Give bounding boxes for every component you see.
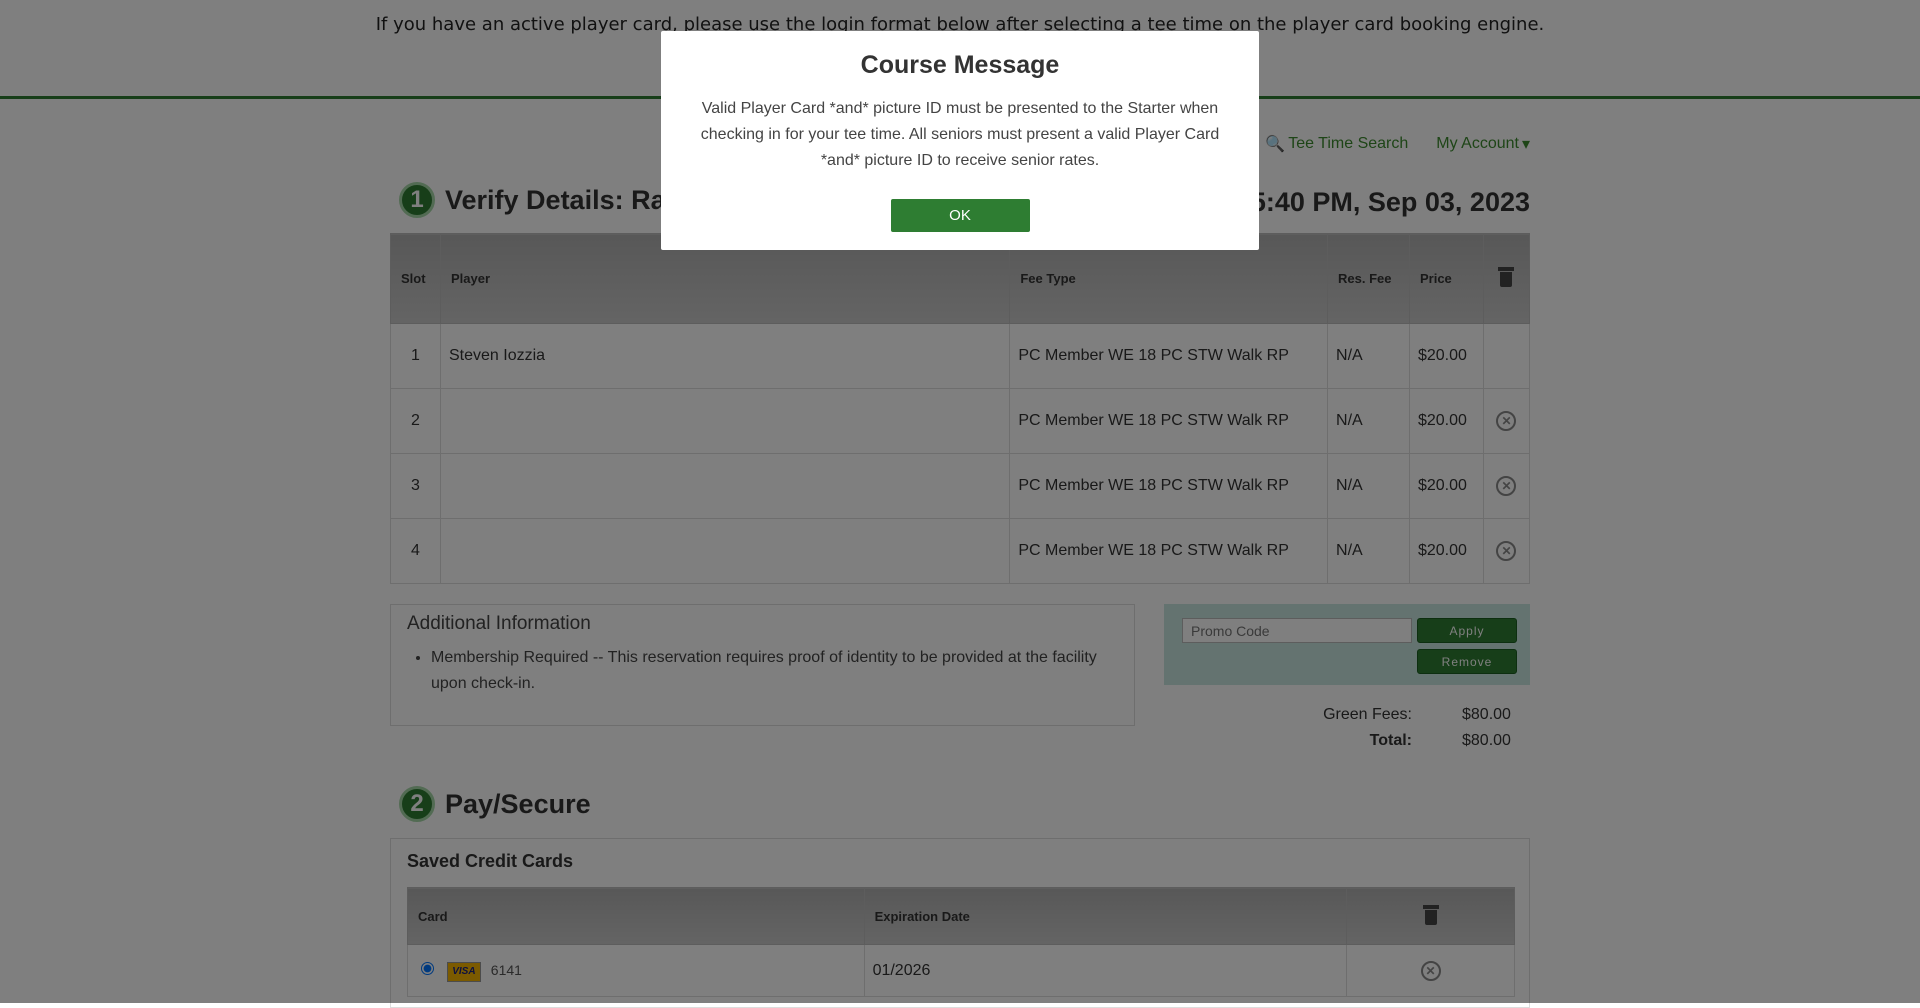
- modal-title: Course Message: [860, 51, 1060, 79]
- course-message-modal: Course Message Valid Player Card *and* p…: [661, 31, 1259, 250]
- ok-button[interactable]: OK: [890, 199, 1030, 232]
- modal-message: Valid Player Card *and* picture ID must …: [700, 100, 1220, 169]
